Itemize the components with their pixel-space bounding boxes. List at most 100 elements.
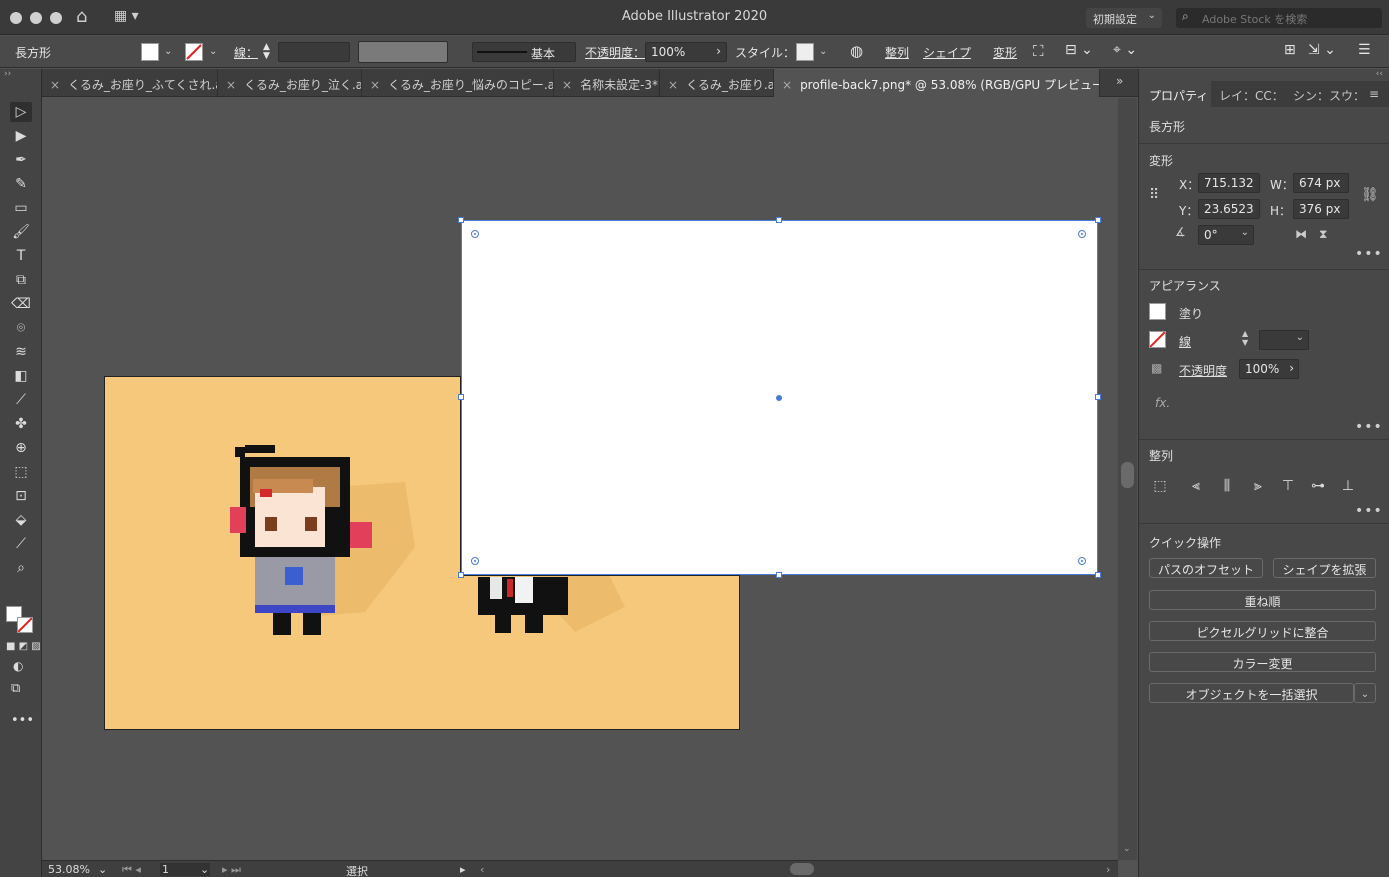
tab-cc-libraries[interactable]: CC：	[1247, 81, 1285, 107]
arrange-button[interactable]: 重ね順	[1149, 590, 1376, 610]
collapse-dock-icon[interactable]: ‹‹	[1376, 69, 1383, 79]
scroll-down-icon[interactable]: ⌄	[1123, 844, 1131, 854]
stroke-swatch-panel[interactable]	[1149, 331, 1166, 348]
gradient-tool[interactable]: ◧	[10, 366, 32, 386]
status-menu-icon[interactable]: ▸	[460, 863, 466, 876]
stroke-weight-panel-field[interactable]: ⌄	[1259, 330, 1309, 350]
tab-symbols[interactable]: シン：	[1285, 81, 1321, 107]
resize-handle[interactable]	[1095, 217, 1101, 223]
h-field[interactable]: 376 px	[1293, 199, 1349, 219]
tab-document-active[interactable]: × profile-back7.png* @ 53.08% (RGB/GPU プレ…	[774, 69, 1100, 97]
edit-toolbar-icon[interactable]: •••	[11, 713, 34, 728]
close-tab-icon[interactable]: ×	[782, 78, 792, 92]
align-left-icon[interactable]: ⫷	[1187, 478, 1205, 496]
curvature-tool[interactable]: ✎	[10, 174, 32, 194]
fill-label[interactable]: 塗り	[1179, 305, 1203, 322]
stroke-swatch[interactable]	[185, 43, 203, 61]
stroke-stepper-icon[interactable]: ▲ ▼	[263, 43, 270, 61]
transform-link[interactable]: 変形	[993, 44, 1017, 61]
screen-mode-icon[interactable]: ⧉	[11, 681, 20, 696]
zoom-dropdown-chevron-icon[interactable]: ⌄	[98, 863, 107, 876]
rotation-field[interactable]: 0° ⌄	[1198, 225, 1254, 245]
stroke-stepper-icon[interactable]: ▲ ▼	[1242, 329, 1248, 347]
eyedropper-tool[interactable]: ⟋	[10, 390, 32, 410]
opacity-field[interactable]: 100% ›	[645, 42, 727, 62]
artboard-tool[interactable]: ⬚	[10, 462, 32, 482]
effects-icon[interactable]: fx.	[1155, 396, 1170, 410]
fill-swatch[interactable]	[141, 43, 159, 61]
align-vertical-center-icon[interactable]: ⊶	[1309, 478, 1327, 496]
resize-handle[interactable]	[1095, 394, 1101, 400]
type-tool[interactable]: T	[10, 246, 32, 266]
eraser-tool[interactable]: ⌫	[10, 294, 32, 314]
shape-link[interactable]: シェイプ	[923, 44, 971, 61]
color-mode-icons[interactable]: ■ ◩ ▨	[6, 641, 41, 652]
resize-handle[interactable]	[458, 394, 464, 400]
align-right-icon[interactable]: ⫸	[1249, 478, 1267, 496]
rectangle-tool[interactable]: ▭	[10, 198, 32, 218]
resize-handle[interactable]	[776, 217, 782, 223]
free-transform-tool[interactable]: ⊡	[10, 486, 32, 506]
zoom-tool[interactable]: ⌕	[10, 558, 32, 578]
tab-document[interactable]: × くるみ_お座り_ふてくされ.ai	[42, 69, 218, 97]
stroke-label-panel[interactable]: 線	[1179, 333, 1191, 350]
horizontal-scroll-thumb[interactable]	[790, 863, 814, 875]
puppet-warp-tool[interactable]: ✤	[10, 414, 32, 434]
flip-vertical-icon[interactable]: ⧗	[1319, 227, 1327, 242]
constrain-proportions-icon[interactable]: ⛓	[1361, 187, 1379, 203]
resize-handle[interactable]	[1095, 572, 1101, 578]
close-tab-icon[interactable]: ×	[50, 78, 60, 92]
close-tab-icon[interactable]: ×	[370, 78, 380, 92]
select-same-dropdown[interactable]: ⌄	[1354, 683, 1376, 703]
stroke-dropdown-chevron-icon[interactable]: ⌄	[209, 46, 217, 57]
close-tab-icon[interactable]: ×	[668, 78, 678, 92]
y-field[interactable]: 23.6523	[1198, 199, 1260, 219]
draw-mode-icon[interactable]: ◐	[13, 659, 23, 673]
offset-path-button[interactable]: パスのオフセット	[1149, 558, 1263, 578]
resize-handle[interactable]	[776, 572, 782, 578]
corner-radius-widget[interactable]	[471, 230, 479, 238]
lasso-tool[interactable]: ⌾	[10, 318, 32, 338]
variable-width-profile[interactable]	[358, 41, 448, 63]
corner-radius-widget[interactable]	[471, 557, 479, 565]
more-options-icon[interactable]: •••	[1355, 246, 1383, 262]
fill-dropdown-chevron-icon[interactable]: ⌄	[164, 46, 172, 57]
opacity-label-panel[interactable]: 不透明度	[1179, 362, 1227, 379]
canvas-area[interactable]	[42, 98, 1118, 860]
vertical-scroll-thumb[interactable]	[1121, 462, 1134, 488]
center-point[interactable]	[776, 395, 782, 401]
tab-document[interactable]: × くるみ_お座り_泣く.ai	[218, 69, 362, 97]
transform-options-icon[interactable]: ⇲ ⌄	[1308, 42, 1336, 58]
style-dropdown-chevron-icon[interactable]: ⌄	[819, 46, 827, 57]
align-to-icon[interactable]: ⊟ ⌄	[1065, 42, 1093, 58]
resize-handle[interactable]	[458, 217, 464, 223]
tab-properties[interactable]: プロパティ	[1139, 81, 1211, 107]
stroke-color-box[interactable]	[17, 617, 33, 633]
opacity-label[interactable]: 不透明度：	[585, 44, 645, 61]
more-options-icon[interactable]: •••	[1355, 419, 1383, 435]
stock-search-input[interactable]: ⌕ Adobe Stock を検索	[1176, 8, 1382, 28]
align-bottom-icon[interactable]: ⊥	[1339, 478, 1357, 496]
x-field[interactable]: 715.132	[1198, 173, 1260, 193]
resize-handle[interactable]	[458, 572, 464, 578]
panel-menu-icon[interactable]: ≡	[1365, 81, 1387, 107]
tab-document[interactable]: × くるみ_お座り.ai	[660, 69, 774, 97]
graphic-style-swatch[interactable]	[796, 43, 814, 61]
corner-radius-widget[interactable]	[1078, 557, 1086, 565]
scale-tool[interactable]: ⧉	[10, 270, 32, 290]
align-top-icon[interactable]: ⊤	[1279, 478, 1297, 496]
shape-builder-tool[interactable]: ⊕	[10, 438, 32, 458]
w-field[interactable]: 674 px	[1293, 173, 1349, 193]
recolor-button[interactable]: カラー変更	[1149, 652, 1376, 672]
fill-swatch-panel[interactable]	[1149, 303, 1166, 320]
align-to-pixel-grid-button[interactable]: ピクセルグリッドに整合	[1149, 621, 1376, 641]
artboard-dropdown-chevron-icon[interactable]: ⌄	[200, 863, 209, 876]
align-link[interactable]: 整列	[885, 44, 909, 61]
live-paint-tool[interactable]: ⬙	[10, 510, 32, 530]
puppet-warp-icon[interactable]: ⌖ ⌄	[1113, 42, 1137, 58]
close-tab-icon[interactable]: ×	[226, 78, 236, 92]
scroll-right-icon[interactable]: ›	[1106, 863, 1110, 876]
collapse-panel-icon[interactable]: ››	[4, 69, 11, 79]
next-artboard-icon[interactable]: ▸ ⏭	[222, 863, 241, 877]
recolor-artwork-icon[interactable]: ◍	[850, 42, 863, 60]
